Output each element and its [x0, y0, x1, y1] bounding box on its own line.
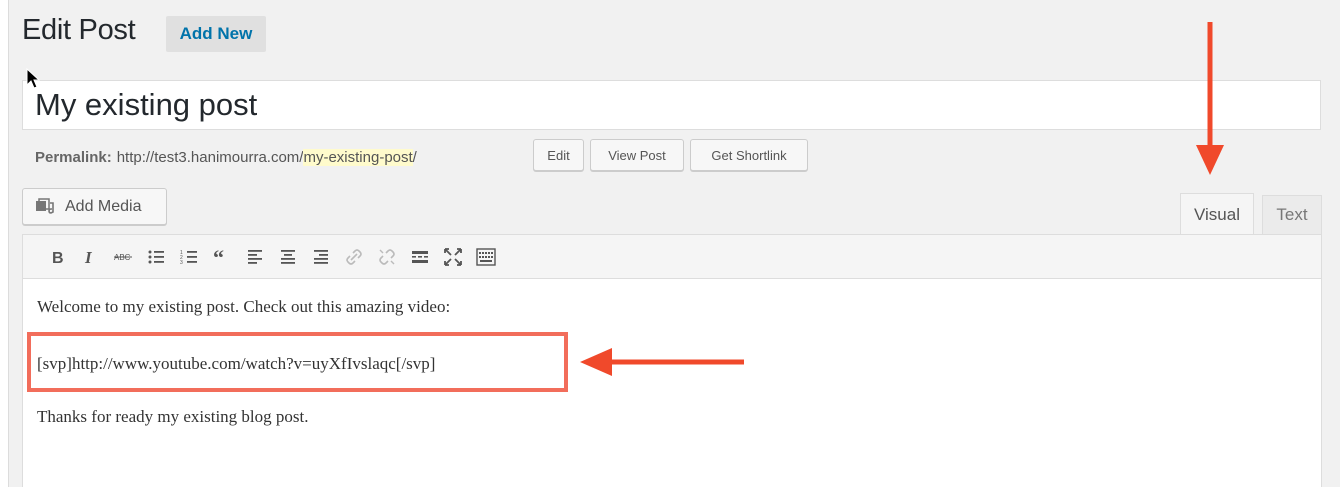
align-center-icon[interactable] — [272, 242, 303, 272]
add-new-button[interactable]: Add New — [166, 16, 266, 52]
blockquote-icon[interactable]: “ — [206, 242, 237, 272]
mouse-cursor-icon — [26, 68, 40, 89]
left-arrow-annotation — [580, 348, 744, 376]
italic-icon[interactable]: I — [74, 242, 105, 272]
insert-link-icon[interactable] — [338, 242, 369, 272]
media-icon — [36, 197, 54, 214]
shortcode-highlight-box — [27, 332, 568, 392]
get-shortlink-button[interactable]: Get Shortlink — [690, 139, 808, 171]
tab-visual[interactable]: Visual — [1180, 193, 1254, 235]
paragraph-welcome: Welcome to my existing post. Check out t… — [37, 297, 451, 316]
add-media-button[interactable]: Add Media — [22, 188, 167, 225]
down-arrow-annotation — [1196, 22, 1224, 175]
permalink-trailing: / — [412, 148, 417, 166]
svg-text:B: B — [52, 250, 64, 267]
fullscreen-icon[interactable] — [437, 242, 468, 272]
post-title-input[interactable] — [22, 80, 1321, 130]
edit-permalink-button[interactable]: Edit — [533, 139, 584, 171]
read-more-icon[interactable] — [404, 242, 435, 272]
bold-icon[interactable]: B — [41, 242, 72, 272]
add-media-label: Add Media — [65, 197, 142, 215]
permalink-row: Permalink: http://test3.hanimourra.com/ … — [35, 146, 417, 168]
permalink-base-url: http://test3.hanimourra.com/ — [116, 148, 304, 166]
toolbar-toggle-icon[interactable] — [470, 242, 501, 272]
permalink-slug[interactable]: my-existing-post — [303, 148, 413, 166]
svg-text:I: I — [84, 248, 93, 267]
remove-link-icon[interactable] — [371, 242, 402, 272]
numbered-list-icon[interactable]: 123 — [173, 242, 204, 272]
page-title: Edit Post — [22, 14, 136, 46]
align-left-icon[interactable] — [239, 242, 270, 272]
editor-toolbar: B I ABC 123 “ — [23, 235, 1321, 279]
tab-text[interactable]: Text — [1262, 195, 1322, 235]
permalink-label: Permalink: — [35, 148, 112, 166]
bullet-list-icon[interactable] — [140, 242, 171, 272]
svg-text:“: “ — [213, 247, 224, 267]
strikethrough-icon[interactable]: ABC — [107, 242, 138, 272]
view-post-button[interactable]: View Post — [590, 139, 684, 171]
svg-text:3: 3 — [180, 260, 183, 266]
align-right-icon[interactable] — [305, 242, 336, 272]
paragraph-thanks: Thanks for ready my existing blog post. — [37, 407, 309, 426]
